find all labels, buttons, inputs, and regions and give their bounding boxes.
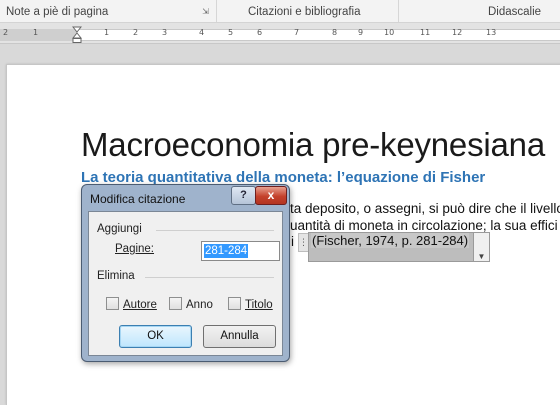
dialog-launcher-icon[interactable]: ⇲ xyxy=(201,7,210,16)
pages-input[interactable]: 281-284 xyxy=(201,241,280,261)
author-checkbox-row[interactable]: Autore xyxy=(106,297,157,311)
edit-citation-dialog: Modifica citazione ? x Aggiungi Pagine: … xyxy=(81,184,290,362)
body-text-line[interactable]: ta deposito, o assegni, si può dire che … xyxy=(290,201,560,216)
title-checkbox-label: Titolo xyxy=(245,299,273,311)
dialog-title: Modifica citazione xyxy=(90,192,186,206)
body-text-line[interactable]: uantità di moneta in circolazione; la su… xyxy=(290,218,558,233)
title-checkbox[interactable] xyxy=(228,297,241,310)
ruler-number: 4 xyxy=(199,28,205,37)
indent-marker-icon[interactable] xyxy=(72,26,82,44)
ruler-number: 9 xyxy=(358,28,364,37)
author-checkbox-label: Autore xyxy=(123,299,157,311)
ruler-number: 12 xyxy=(452,28,463,37)
pages-label-text: Pagine: xyxy=(115,243,155,255)
ruler-number: 2 xyxy=(133,28,139,37)
help-button[interactable]: ? xyxy=(231,186,256,205)
document-title[interactable]: Macroeconomia pre-keynesiana xyxy=(81,126,545,164)
ruler-number: 2 xyxy=(3,28,9,37)
ruler-number: 13 xyxy=(486,28,497,37)
ruler-number: 11 xyxy=(420,28,431,37)
title-checkbox-row[interactable]: Titolo xyxy=(228,297,273,311)
pages-label: Pagine: xyxy=(115,243,154,255)
horizontal-ruler[interactable]: 2 1 1 2 3 4 5 6 7 8 9 10 11 12 13 xyxy=(0,23,560,44)
citation-options-chevron-down-icon[interactable]: ▼ xyxy=(473,232,490,262)
citation-text[interactable]: (Fischer, 1974, p. 281-284) xyxy=(311,233,470,248)
dialog-content: Aggiungi Pagine: 281-284 Elimina Autore … xyxy=(88,211,283,356)
ribbon-group-captions: Didascalie xyxy=(488,6,542,18)
ok-button[interactable]: OK xyxy=(119,325,192,348)
ruler-number: 3 xyxy=(162,28,168,37)
ruler-number: 6 xyxy=(257,28,263,37)
ruler-number: 1 xyxy=(33,28,39,37)
ribbon-separator xyxy=(398,0,399,22)
cancel-button[interactable]: Annulla xyxy=(203,325,276,348)
ruler-number: 1 xyxy=(104,28,110,37)
ruler-number: 7 xyxy=(294,28,300,37)
ruler-left-margin xyxy=(0,29,77,41)
ruler-number: 8 xyxy=(332,28,338,37)
year-checkbox-label: Anno xyxy=(186,299,213,311)
ribbon-group-footnotes: Note a piè di pagina xyxy=(6,6,109,18)
ribbon-group-labels: Note a piè di pagina ⇲ Citazioni e bibli… xyxy=(0,0,560,23)
remove-section-label: Elimina xyxy=(97,270,135,282)
body-text-line[interactable]: i xyxy=(291,234,294,249)
section-divider xyxy=(156,230,274,231)
pages-input-value[interactable]: 281-284 xyxy=(204,244,249,258)
dialog-titlebar[interactable]: Modifica citazione ? x xyxy=(82,185,289,211)
ribbon-separator xyxy=(216,0,217,22)
ribbon-group-citations: Citazioni e bibliografia xyxy=(248,6,361,18)
section-divider xyxy=(145,277,274,278)
ruler-strip xyxy=(0,29,560,41)
year-checkbox-row[interactable]: Anno xyxy=(169,297,213,311)
ruler-number: 5 xyxy=(228,28,234,37)
close-button[interactable]: x xyxy=(255,186,287,205)
year-checkbox[interactable] xyxy=(169,297,182,310)
author-checkbox[interactable] xyxy=(106,297,119,310)
add-section-label: Aggiungi xyxy=(97,223,142,235)
ruler-number: 10 xyxy=(384,28,395,37)
